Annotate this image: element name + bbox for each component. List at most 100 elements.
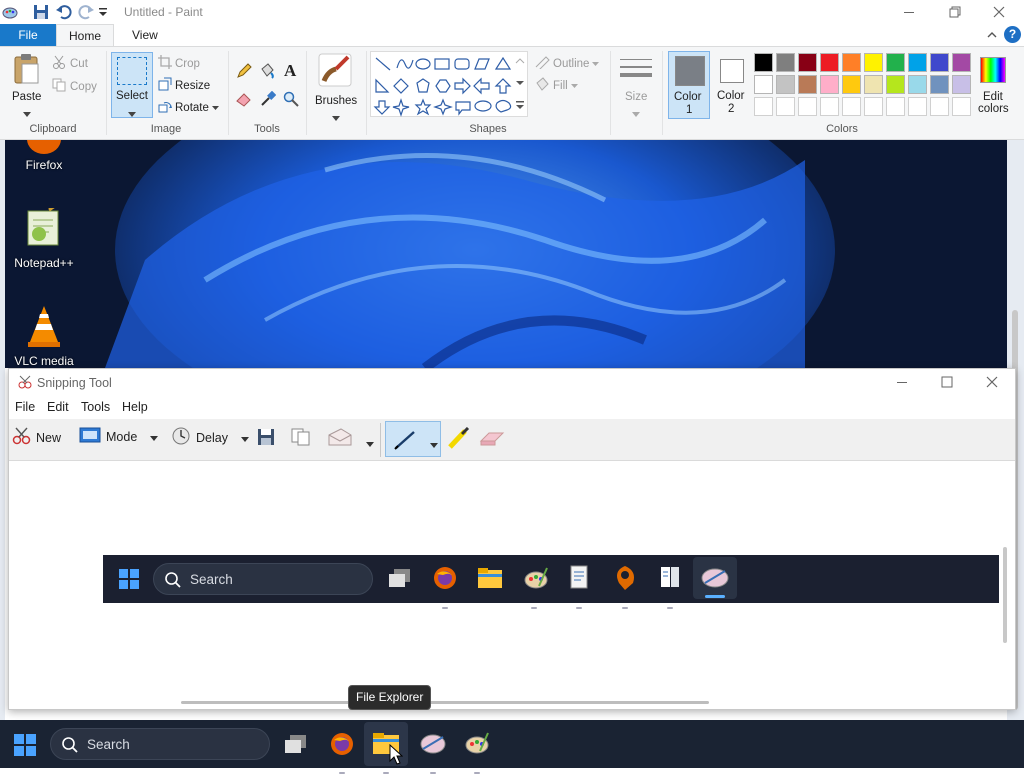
color-swatch[interactable] [908, 53, 927, 72]
snip-close-button[interactable] [969, 369, 1015, 395]
color-swatch[interactable] [930, 97, 949, 116]
color-picker-icon[interactable] [260, 90, 277, 110]
color-swatch[interactable] [798, 75, 817, 94]
color-swatch[interactable] [754, 75, 773, 94]
quick-access-dropdown-icon[interactable] [98, 5, 108, 19]
color-swatch[interactable] [820, 53, 839, 72]
rotate-button[interactable]: Rotate [158, 99, 219, 116]
magnifier-icon[interactable] [283, 91, 299, 110]
color-swatch[interactable] [952, 97, 971, 116]
shapes-gallery[interactable] [370, 51, 528, 117]
tab-home[interactable]: Home [56, 24, 114, 46]
color-swatch[interactable] [820, 75, 839, 94]
collapse-ribbon-icon[interactable] [986, 29, 998, 39]
close-button[interactable] [976, 0, 1022, 24]
color-swatch[interactable] [886, 97, 905, 116]
color-swatch[interactable] [930, 53, 949, 72]
snip-minimize-button[interactable] [879, 369, 925, 395]
color1-label: Color [674, 91, 702, 103]
color-swatch[interactable] [820, 97, 839, 116]
text-tool-icon[interactable]: A [284, 61, 296, 81]
taskbar-snipping-tool-icon[interactable] [420, 731, 446, 758]
group-label-shapes: Shapes [469, 123, 507, 135]
tab-view[interactable]: View [118, 24, 172, 46]
maximize-button[interactable] [932, 0, 978, 24]
undo-icon[interactable] [55, 3, 73, 21]
minimize-button[interactable] [886, 0, 932, 24]
clock-icon [171, 426, 191, 449]
edit-colors-button[interactable]: Edit colors [976, 53, 1012, 121]
color-swatch[interactable] [842, 75, 861, 94]
color-swatch[interactable] [864, 53, 883, 72]
color-swatch[interactable] [864, 97, 883, 116]
cut-label: Cut [70, 57, 88, 70]
highlighter-icon[interactable] [447, 426, 471, 452]
menu-edit[interactable]: Edit [47, 400, 69, 414]
desktop-icon-vlc[interactable]: VLC media [9, 304, 79, 368]
color-swatch[interactable] [776, 97, 795, 116]
desktop-icon-notepadpp[interactable]: Notepad++ [9, 200, 79, 272]
fill-button[interactable]: Fill [534, 77, 578, 94]
color1-button[interactable]: Color 1 [668, 51, 710, 119]
color-swatch[interactable] [952, 75, 971, 94]
redo-icon[interactable] [77, 3, 95, 21]
resize-button[interactable]: Resize [158, 77, 210, 94]
size-button[interactable]: Size [616, 53, 656, 119]
color-swatch[interactable] [886, 75, 905, 94]
color-swatch[interactable] [798, 97, 817, 116]
taskbar-paint-icon[interactable] [464, 731, 490, 758]
snip-menu-bar: File Edit Tools Help [9, 395, 1015, 419]
fill-bucket-icon[interactable] [259, 63, 275, 82]
color-swatch[interactable] [864, 75, 883, 94]
mode-button[interactable]: Mode [79, 427, 159, 446]
delay-button[interactable]: Delay [171, 426, 249, 449]
color-swatch[interactable] [908, 75, 927, 94]
color2-button[interactable]: Color 2 [712, 51, 752, 119]
color-swatch[interactable] [842, 53, 861, 72]
copy-snip-icon[interactable] [291, 428, 311, 449]
color-swatch[interactable] [754, 53, 773, 72]
paste-button[interactable]: Paste [6, 51, 48, 121]
snip-eraser-icon[interactable] [479, 429, 505, 450]
taskbar-firefox-icon[interactable] [330, 732, 354, 759]
send-dropdown-icon[interactable] [366, 436, 374, 450]
crop-label: Crop [175, 57, 200, 70]
color-swatch[interactable] [776, 53, 795, 72]
color-swatch[interactable] [930, 75, 949, 94]
color-swatch[interactable] [776, 75, 795, 94]
color-swatch[interactable] [842, 97, 861, 116]
copy-button[interactable]: Copy [52, 78, 97, 95]
help-icon[interactable]: ? [1004, 26, 1021, 43]
taskbar-search-box[interactable]: Search [50, 728, 270, 760]
shapes-scroll-control[interactable] [514, 53, 526, 115]
color-swatch[interactable] [754, 97, 773, 116]
menu-tools[interactable]: Tools [81, 400, 110, 414]
outline-button[interactable]: Outline [534, 55, 600, 72]
brushes-button[interactable]: Brushes [312, 51, 360, 121]
snip-vertical-scrollbar[interactable] [1003, 547, 1007, 643]
snip-maximize-button[interactable] [924, 369, 970, 395]
color-swatch[interactable] [886, 53, 905, 72]
select-button[interactable]: Select [111, 52, 153, 118]
send-snip-icon[interactable] [327, 427, 353, 450]
cut-button[interactable]: Cut [52, 55, 88, 72]
desktop-icon-firefox[interactable]: Firefox [9, 140, 79, 174]
color-swatch[interactable] [798, 53, 817, 72]
snip-canvas: Search [9, 461, 1001, 697]
tab-file[interactable]: File [0, 24, 56, 46]
snip-horizontal-scrollbar[interactable] [181, 701, 709, 704]
menu-help[interactable]: Help [122, 400, 148, 414]
menu-file[interactable]: File [15, 400, 35, 414]
pencil-icon[interactable] [236, 63, 252, 82]
color-swatch[interactable] [952, 53, 971, 72]
rainbow-icon [980, 57, 1006, 83]
start-button[interactable] [14, 734, 36, 759]
task-view-icon[interactable] [284, 733, 308, 758]
new-snip-button[interactable]: New [12, 427, 61, 448]
crop-button[interactable]: Crop [158, 55, 200, 72]
pen-button[interactable] [385, 421, 441, 457]
eraser-icon[interactable] [236, 91, 252, 110]
save-snip-icon[interactable] [257, 428, 275, 449]
save-icon[interactable] [33, 4, 49, 20]
color-swatch[interactable] [908, 97, 927, 116]
